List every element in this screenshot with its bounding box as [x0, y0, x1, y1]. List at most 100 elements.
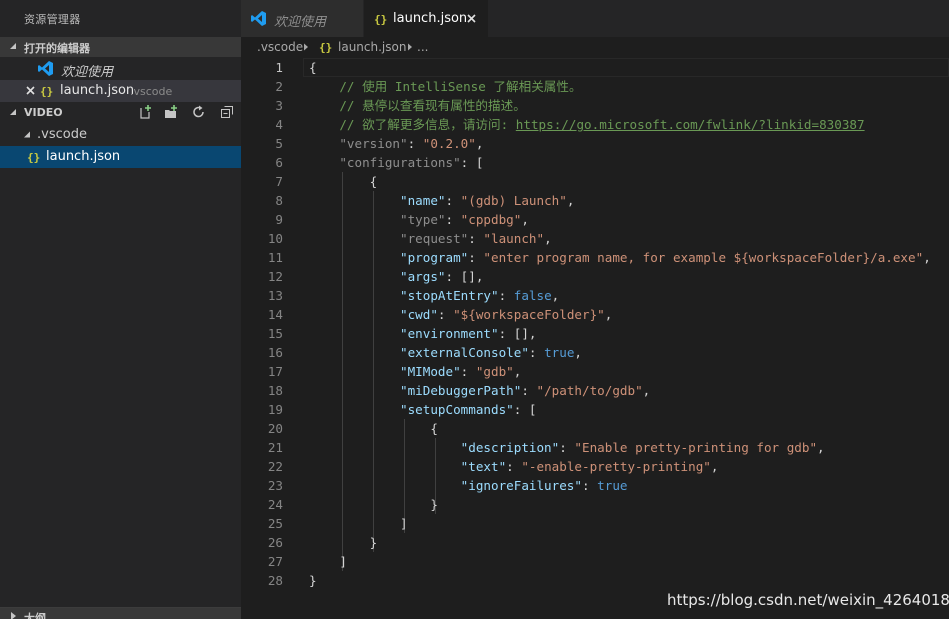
open-editor-label: 欢迎使用	[61, 65, 114, 80]
code-token: :	[528, 345, 545, 360]
code-text: }	[309, 533, 378, 552]
code-token: }	[309, 497, 438, 512]
code-token: "stopAtEntry"	[400, 288, 499, 303]
code-token: {	[309, 421, 438, 436]
breadcrumb-item[interactable]: ...	[417, 40, 428, 54]
code-token: :	[498, 288, 514, 303]
code-link[interactable]: https://go.microsoft.com/fwlink/?linkid=…	[516, 117, 865, 132]
open-editor-item-welcome[interactable]: 欢迎使用	[0, 58, 241, 80]
code-line: 8 "name": "(gdb) Launch",	[241, 191, 949, 210]
code-token: }	[309, 573, 317, 588]
chevron-down-icon	[24, 131, 30, 138]
code-token: true	[597, 478, 628, 493]
tab-launch-json[interactable]: {} launch.json	[364, 0, 488, 37]
tree-item-launch-json[interactable]: {} launch.json	[0, 146, 241, 168]
code-line: 22 "text": "-enable-pretty-printing",	[241, 457, 949, 476]
code-token: "setupCommands"	[400, 402, 514, 417]
code-text: "version": "0.2.0",	[309, 134, 483, 153]
code-text: "setupCommands": [	[309, 400, 536, 419]
open-editor-label: launch.json	[60, 83, 135, 98]
line-number: 19	[267, 402, 283, 417]
code-text: "MIMode": "gdb",	[309, 362, 521, 381]
code-token: :	[521, 383, 537, 398]
code-token: ,	[566, 193, 575, 208]
code-token: "description"	[460, 440, 560, 455]
line-number: 11	[267, 250, 283, 265]
code-text: "request": "launch",	[309, 229, 552, 248]
code-token: :	[581, 478, 598, 493]
code-token: ,	[817, 440, 825, 455]
code-token: ,	[551, 288, 560, 303]
code-token: :	[506, 459, 522, 474]
code-token: : [	[460, 155, 484, 170]
explorer-sidebar: 资源管理器 打开的编辑器 欢迎使用 {} launch.json .vscode…	[0, 0, 241, 619]
code-token: }	[309, 535, 378, 550]
code-text: "configurations": [	[309, 153, 483, 172]
code-token: "cppdbg"	[460, 212, 522, 227]
open-editor-item-launch[interactable]: {} launch.json .vscode	[0, 80, 241, 102]
line-number: 12	[267, 269, 283, 284]
outline-section-header[interactable]: 大纲	[0, 607, 241, 619]
code-line: 13 "stopAtEntry": false,	[241, 286, 949, 305]
new-file-icon[interactable]	[138, 105, 152, 119]
tree-item-vscode-folder[interactable]: .vscode	[0, 124, 241, 146]
tab-label: 欢迎使用	[274, 15, 327, 30]
tab-bar: 欢迎使用 {} launch.json	[241, 0, 949, 37]
code-editor[interactable]: 1{2 // 使用 IntelliSense 了解相关属性。 3 // 悬停以查看…	[241, 57, 949, 619]
outline-label: 大纲	[24, 612, 46, 619]
json-file-icon: {}	[319, 41, 333, 54]
chevron-right-icon	[11, 612, 16, 619]
code-token: :	[437, 307, 454, 322]
code-line: 17 "MIMode": "gdb",	[241, 362, 949, 381]
close-icon[interactable]	[467, 14, 476, 23]
code-token: "/path/to/gdb"	[536, 383, 643, 398]
json-file-icon: {}	[27, 151, 41, 164]
code-text: "name": "(gdb) Launch",	[309, 191, 574, 210]
line-number: 27	[267, 554, 283, 569]
code-text: {	[309, 58, 317, 77]
collapse-all-icon[interactable]	[220, 105, 234, 119]
code-token: ,	[544, 231, 552, 246]
refresh-icon[interactable]	[192, 105, 206, 119]
code-token: // 悬停以查看现有属性的描述。	[339, 98, 526, 113]
code-token: "type"	[400, 212, 446, 227]
code-token: ,	[710, 459, 719, 474]
code-line: 10 "request": "launch",	[241, 229, 949, 248]
line-number: 4	[275, 117, 283, 132]
new-folder-icon[interactable]	[164, 105, 178, 119]
code-token: "gdb"	[475, 364, 514, 379]
code-text: // 悬停以查看现有属性的描述。	[309, 96, 526, 115]
chevron-down-icon	[10, 43, 16, 49]
code-line: 6 "configurations": [	[241, 153, 949, 172]
line-number: 3	[275, 98, 283, 113]
code-token: : [],	[498, 326, 537, 341]
open-editors-section-header[interactable]: 打开的编辑器	[0, 37, 241, 57]
line-number: 5	[275, 136, 283, 151]
code-text: "text": "-enable-pretty-printing",	[309, 457, 719, 476]
code-token: "request"	[400, 231, 469, 246]
vscode-logo-icon	[38, 61, 53, 76]
code-line: 26 }	[241, 533, 949, 552]
close-icon[interactable]	[26, 86, 35, 95]
line-number: 10	[267, 231, 283, 246]
breadcrumb-item[interactable]: .vscode	[257, 40, 303, 54]
breadcrumb-item[interactable]: launch.json	[338, 40, 406, 54]
line-number: 8	[275, 193, 283, 208]
code-line: 24 }	[241, 495, 949, 514]
code-token: ,	[521, 212, 529, 227]
code-token: "args"	[400, 269, 446, 284]
code-token: false	[513, 288, 552, 303]
code-text: "environment": [],	[309, 324, 537, 343]
tab-welcome[interactable]: 欢迎使用	[241, 0, 363, 37]
code-line: 1{	[241, 58, 949, 77]
line-number: 16	[267, 345, 283, 360]
code-text: // 使用 IntelliSense 了解相关属性。	[309, 77, 581, 96]
line-number: 23	[267, 478, 283, 493]
